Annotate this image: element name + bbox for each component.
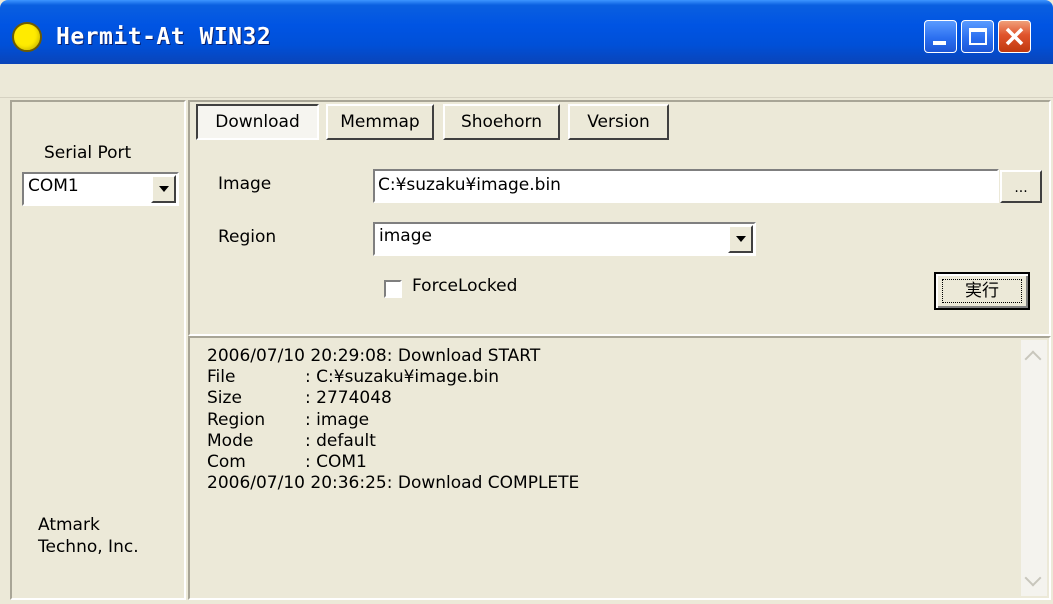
log-output: 2006/07/10 20:29:08: Download START File…	[207, 346, 579, 494]
chevron-down-icon[interactable]	[728, 225, 753, 253]
tab-shoehorn[interactable]: Shoehorn	[443, 104, 560, 140]
log-entry: File : C:¥suzaku¥image.bin	[207, 367, 579, 388]
serial-port-select[interactable]: COM1	[22, 172, 179, 206]
region-select[interactable]: image	[373, 222, 756, 256]
tab-version[interactable]: Version	[568, 104, 669, 140]
scroll-up-icon[interactable]	[1021, 342, 1047, 368]
region-label: Region	[218, 227, 277, 247]
log-scrollbar[interactable]	[1021, 340, 1047, 596]
log-value: : COM1	[305, 451, 367, 472]
minimize-icon	[933, 41, 946, 45]
log-start-line: 2006/07/10 20:29:08: Download START	[207, 346, 541, 366]
close-button[interactable]	[998, 20, 1031, 53]
run-button[interactable]: 実行	[934, 272, 1030, 310]
title-bar[interactable]: Hermit-At WIN32	[0, 0, 1053, 64]
image-path-value: C:¥suzaku¥image.bin	[378, 175, 561, 195]
run-button-label: 実行	[942, 279, 1022, 303]
maximize-icon	[969, 28, 987, 45]
log-entry: Region : image	[207, 410, 579, 431]
log-entry: Size : 2774048	[207, 388, 579, 409]
log-entry: Com : COM1	[207, 452, 579, 473]
force-locked-label[interactable]: ForceLocked	[412, 276, 517, 296]
tab-memmap[interactable]: Memmap	[326, 104, 434, 140]
browse-button[interactable]: ...	[1000, 170, 1042, 203]
log-value: : default	[305, 430, 376, 451]
log-value: : image	[305, 409, 370, 430]
log-entry: Mode : default	[207, 431, 579, 452]
minimize-button[interactable]	[924, 20, 957, 53]
menu-strip	[0, 64, 1053, 98]
log-key: Com	[207, 451, 246, 472]
company-name-line1: Atmark	[38, 515, 100, 535]
window-title: Hermit-At WIN32	[56, 24, 272, 50]
tab-download[interactable]: Download	[196, 104, 319, 140]
image-path-input[interactable]: C:¥suzaku¥image.bin	[373, 169, 999, 203]
log-value: : 2774048	[305, 388, 392, 409]
log-value: : C:¥suzaku¥image.bin	[305, 367, 500, 388]
log-key: Region	[207, 409, 266, 430]
chevron-down-icon[interactable]	[151, 175, 176, 203]
company-name-line2: Techno, Inc.	[38, 537, 139, 557]
app-circle-icon	[12, 22, 42, 52]
image-label: Image	[218, 174, 272, 194]
serial-port-value: COM1	[28, 176, 79, 196]
log-key: Mode	[207, 430, 254, 451]
log-panel[interactable]: 2006/07/10 20:29:08: Download START File…	[188, 336, 1051, 600]
force-locked-checkbox[interactable]	[384, 280, 402, 298]
maximize-button[interactable]	[961, 20, 994, 53]
log-key: Size	[207, 388, 242, 409]
close-icon	[1005, 27, 1024, 46]
log-end-line: 2006/07/10 20:36:25: Download COMPLETE	[207, 473, 580, 494]
scroll-down-icon[interactable]	[1021, 568, 1047, 594]
region-value: image	[379, 226, 432, 246]
serial-port-label: Serial Port	[44, 143, 132, 163]
log-key: File	[207, 367, 236, 388]
